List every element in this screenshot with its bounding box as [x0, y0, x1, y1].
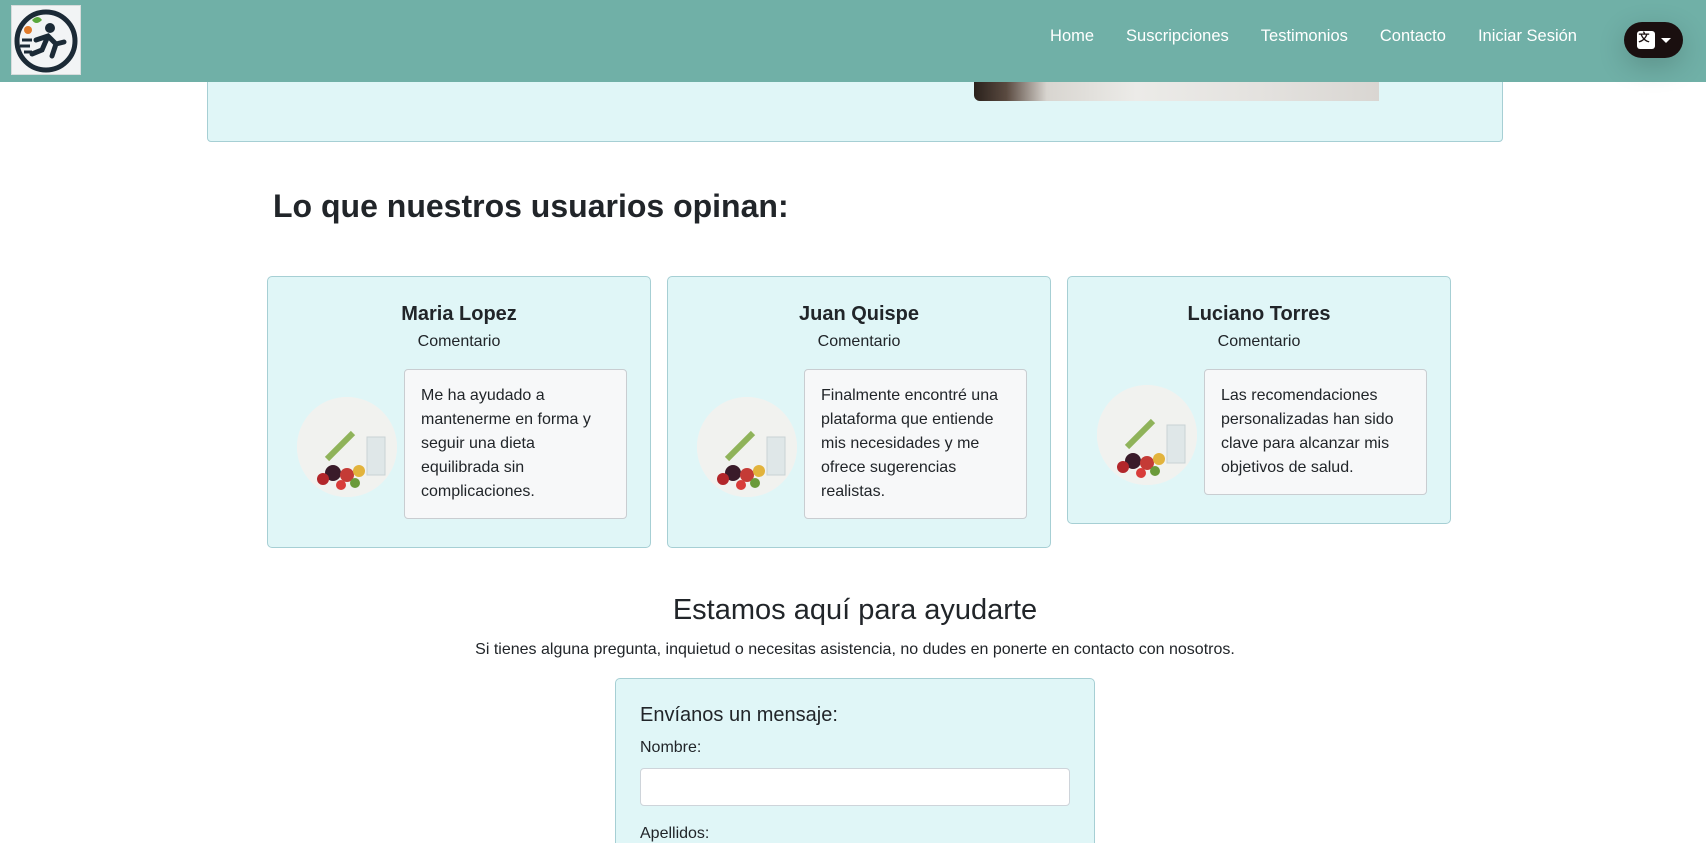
testimonial-name: Luciano Torres	[1187, 303, 1331, 325]
nav-links: Home Suscripciones Testimonios Contacto …	[1034, 0, 1593, 72]
testimonial-card: Juan Quispe Comentario Finalmente encont…	[667, 276, 1051, 548]
name-label: Nombre:	[640, 739, 702, 756]
contact-form: Envíanos un mensaje: Nombre: Apellidos:	[615, 678, 1095, 843]
nav-login[interactable]: Iniciar Sesión	[1462, 27, 1593, 46]
caret-down-icon	[1660, 37, 1671, 43]
food-image-icon	[697, 397, 797, 497]
testimonial-card: Maria Lopez Comentario Me ha ayudado a m…	[267, 276, 651, 548]
nav-testimonials[interactable]: Testimonios	[1245, 27, 1364, 46]
nav-contact[interactable]: Contacto	[1364, 27, 1462, 46]
food-image-icon	[1097, 385, 1197, 485]
site-logo[interactable]	[11, 5, 81, 75]
translate-icon: 文	[1636, 31, 1655, 49]
nav-home[interactable]: Home	[1034, 27, 1110, 46]
testimonial-text: Finalmente encontré una plataforma que e…	[804, 369, 1027, 519]
testimonial-name: Maria Lopez	[401, 303, 517, 325]
testimonial-text: Me ha ayudado a mantenerme en forma y se…	[404, 369, 627, 519]
contact-title: Estamos aquí para ayudarte	[672, 594, 1038, 626]
runner-logo-icon	[14, 9, 78, 73]
form-title: Envíanos un mensaje:	[640, 704, 838, 726]
nav-subscriptions[interactable]: Suscripciones	[1110, 27, 1245, 46]
testimonial-avatar	[1097, 385, 1197, 485]
testimonial-text: Las recomendaciones personalizadas han s…	[1204, 369, 1427, 495]
name-input[interactable]	[640, 768, 1070, 806]
food-image-icon	[297, 397, 397, 497]
testimonial-subtitle: Comentario	[417, 333, 501, 350]
testimonial-avatar	[297, 397, 397, 497]
navbar: Home Suscripciones Testimonios Contacto …	[0, 0, 1706, 82]
language-dropdown-button[interactable]: 文	[1624, 22, 1683, 58]
contact-subtitle: Si tienes alguna pregunta, inquietud o n…	[475, 641, 1235, 658]
testimonial-name: Juan Quispe	[798, 303, 920, 325]
testimonial-subtitle: Comentario	[1217, 333, 1301, 350]
testimonial-avatar	[697, 397, 797, 497]
testimonials-title: Lo que nuestros usuarios opinan:	[273, 188, 789, 224]
lastname-label: Apellidos:	[640, 825, 710, 842]
testimonial-subtitle: Comentario	[817, 333, 901, 350]
testimonial-card: Luciano Torres Comentario Las recomendac…	[1067, 276, 1451, 524]
